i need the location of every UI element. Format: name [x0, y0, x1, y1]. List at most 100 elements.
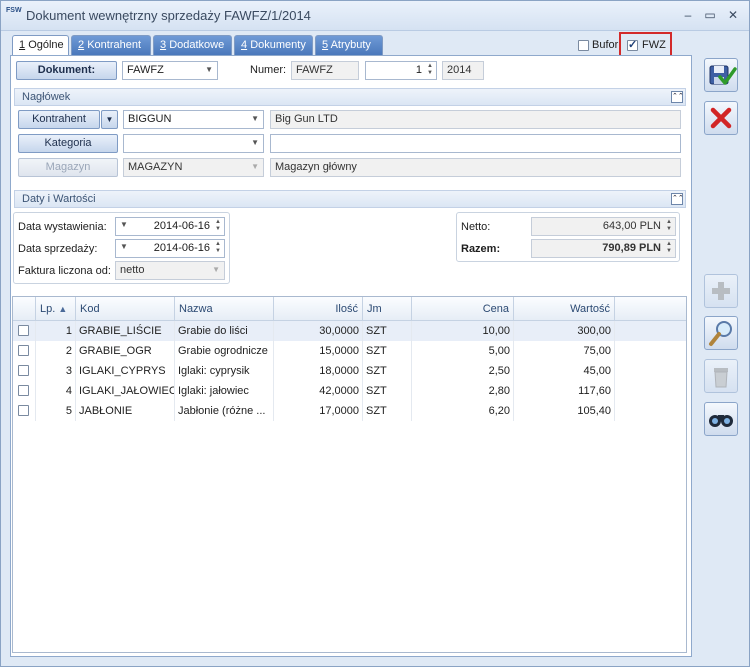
tab-kontrahent[interactable]: 2 Kontrahent: [71, 35, 151, 55]
ilosc-cell: 17,0000: [274, 401, 363, 421]
table-row[interactable]: 3 IGLAKI_CYPRYS Iglaki: cyprysik 18,0000…: [13, 361, 686, 381]
kod-cell: IGLAKI_CYPRYS: [76, 361, 175, 381]
ilosc-cell: 15,0000: [274, 341, 363, 361]
numer-prefix-field: FAWFZ: [291, 61, 359, 80]
cena-column-header[interactable]: Cena: [412, 297, 514, 321]
data-wystawienia-field[interactable]: ▼ 2014-06-16 ▲ ▼: [115, 217, 225, 236]
table-header: Lp. ▲ Kod Nazwa Ilość Jm Cena Wartość: [13, 297, 686, 321]
binoculars-icon: [709, 415, 733, 427]
cena-cell: 6,20: [412, 401, 514, 421]
table-row[interactable]: 4 IGLAKI_JAŁOWIEC Iglaki: jałowiec 42,00…: [13, 381, 686, 401]
cancel-icon: [710, 107, 732, 129]
kod-column-header[interactable]: Kod: [76, 297, 175, 321]
maximize-icon[interactable]: ▭: [702, 7, 718, 23]
kontrahent-dropdown-icon[interactable]: ▼: [101, 110, 118, 129]
select-column-header[interactable]: [13, 297, 36, 321]
naglowek-title: Nagłówek: [22, 91, 71, 103]
numer-value-field[interactable]: 1 ▲ ▼: [365, 61, 437, 80]
ilosc-column-header[interactable]: Ilość: [274, 297, 363, 321]
title-bar: FSW Dokument wewnętrzny sprzedaży FAWFZ/…: [1, 1, 749, 31]
cancel-button[interactable]: [704, 101, 738, 135]
collapse-icon[interactable]: ⌃⌃: [671, 193, 684, 205]
lp-cell: 3: [36, 361, 76, 381]
nazwa-column-header[interactable]: Nazwa: [175, 297, 274, 321]
bufor-label: Bufor: [592, 39, 619, 51]
numer-label: Numer:: [250, 64, 287, 76]
close-icon[interactable]: ✕: [725, 7, 741, 23]
cena-cell: 2,80: [412, 381, 514, 401]
numer-spinner-icon[interactable]: ▲ ▼: [426, 63, 434, 77]
kontrahent-code-field[interactable]: BIGGUN ▼: [123, 110, 264, 129]
nazwa-cell: Iglaki: cyprysik: [175, 361, 274, 381]
ilosc-cell: 18,0000: [274, 361, 363, 381]
kontrahent-name-field: Big Gun LTD: [270, 110, 681, 129]
document-window: FSW Dokument wewnętrzny sprzedaży FAWFZ/…: [0, 0, 750, 667]
document-type-select[interactable]: FAWFZ ▼: [122, 61, 218, 80]
wartosc-cell: 105,40: [514, 401, 615, 421]
lp-column-header[interactable]: Lp. ▲: [36, 297, 76, 321]
magazyn-select: MAGAZYN ▼: [123, 158, 264, 177]
netto-label: Netto:: [461, 221, 491, 233]
tab-ogolne[interactable]: 1 Ogólne: [12, 35, 69, 56]
row-checkbox[interactable]: [18, 385, 29, 396]
table-row[interactable]: 1 GRABIE_LIŚCIE Grabie do liści 30,0000 …: [13, 321, 686, 341]
razem-label: Razem:: [461, 243, 501, 255]
edit-button[interactable]: [704, 316, 738, 350]
jm-column-header[interactable]: Jm: [363, 297, 412, 321]
app-icon: FSW: [6, 7, 22, 14]
dokument-button[interactable]: Dokument:: [16, 61, 117, 80]
wartosc-column-header[interactable]: Wartość: [514, 297, 615, 321]
bufor-checkbox[interactable]: [578, 40, 589, 51]
row-checkbox[interactable]: [18, 325, 29, 336]
kod-cell: GRABIE_LIŚCIE: [76, 321, 175, 341]
kod-cell: JABŁONIE: [76, 401, 175, 421]
numer-year-field: 2014: [442, 61, 484, 80]
kategoria-button[interactable]: Kategoria: [18, 134, 118, 153]
kontrahent-button[interactable]: Kontrahent: [18, 110, 100, 129]
save-icon: [709, 65, 737, 85]
data-wystawienia-label: Data wystawienia:: [18, 221, 107, 233]
cena-cell: 5,00: [412, 341, 514, 361]
add-button: [704, 274, 738, 308]
date-spinner-icon[interactable]: ▲ ▼: [214, 241, 222, 255]
minimize-icon[interactable]: –: [680, 7, 696, 23]
lp-cell: 5: [36, 401, 76, 421]
jm-cell: SZT: [363, 381, 412, 401]
calendar-dropdown-icon[interactable]: ▼: [120, 242, 128, 251]
calendar-dropdown-icon[interactable]: ▼: [120, 220, 128, 229]
browse-button[interactable]: [704, 402, 738, 436]
daty-title: Daty i Wartości: [22, 193, 96, 205]
row-checkbox[interactable]: [18, 345, 29, 356]
kod-cell: GRABIE_OGR: [76, 341, 175, 361]
collapse-icon[interactable]: ⌃⌃: [671, 91, 684, 103]
ilosc-cell: 42,0000: [274, 381, 363, 401]
magazyn-name-field: Magazyn główny: [270, 158, 681, 177]
row-checkbox[interactable]: [18, 365, 29, 376]
table-row[interactable]: 5 JABŁONIE Jabłonie (różne ... 17,0000 S…: [13, 401, 686, 421]
row-checkbox[interactable]: [18, 405, 29, 416]
save-button[interactable]: [704, 58, 738, 92]
table-row[interactable]: 2 GRABIE_OGR Grabie ogrodnicze 15,0000 S…: [13, 341, 686, 361]
magnifier-icon: [709, 321, 732, 346]
tab-dodatkowe[interactable]: 3 Dodatkowe: [153, 35, 232, 55]
fwz-checkbox[interactable]: [627, 38, 638, 51]
lp-cell: 1: [36, 321, 76, 341]
sort-ascending-icon: ▲: [58, 304, 68, 314]
data-sprzedazy-field[interactable]: ▼ 2014-06-16 ▲ ▼: [115, 239, 225, 258]
naglowek-section-header: Nagłówek ⌃⌃: [14, 88, 686, 106]
razem-value-field: 790,89 PLN ▲ ▼: [531, 239, 676, 258]
jm-cell: SZT: [363, 341, 412, 361]
tab-atrybuty[interactable]: 5 Atrybuty: [315, 35, 383, 55]
date-spinner-icon[interactable]: ▲ ▼: [214, 219, 222, 233]
nazwa-cell: Jabłonie (różne ...: [175, 401, 274, 421]
faktura-liczona-select: netto ▼: [115, 261, 225, 280]
jm-cell: SZT: [363, 401, 412, 421]
tab-dokumenty[interactable]: 4 Dokumenty: [234, 35, 313, 55]
netto-value-field: 643,00 PLN ▲ ▼: [531, 217, 676, 236]
kategoria-select[interactable]: ▼: [123, 134, 264, 153]
jm-cell: SZT: [363, 321, 412, 341]
wartosc-cell: 300,00: [514, 321, 615, 341]
trash-icon: [714, 368, 728, 388]
kategoria-description-field[interactable]: [270, 134, 681, 153]
wartosc-cell: 117,60: [514, 381, 615, 401]
